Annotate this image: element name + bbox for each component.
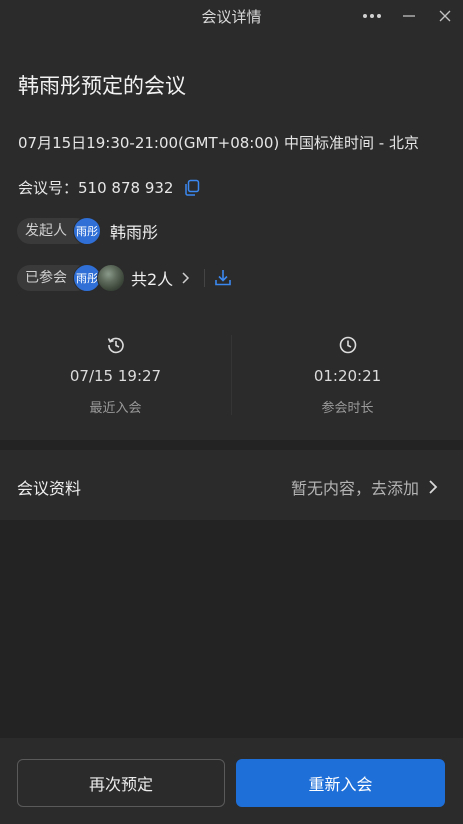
more-button[interactable] <box>359 3 385 29</box>
add-docs-link[interactable]: 暂无内容，去添加 <box>291 475 439 499</box>
meeting-id-value: 510 878 932 <box>78 178 174 197</box>
meeting-title: 韩雨彤预定的会议 <box>18 74 186 98</box>
duration-label: 参会时长 <box>321 401 374 416</box>
participants-row[interactable]: 已参会 雨彤 共2人 <box>17 263 233 293</box>
chevron-right-icon <box>179 271 191 285</box>
more-icon <box>363 14 381 18</box>
participants-count: 共2人 <box>131 270 174 289</box>
meeting-docs-row[interactable]: 会议资料 暂无内容，去添加 <box>0 450 463 520</box>
stat-duration: 01:20:21 参会时长 <box>232 335 463 416</box>
last-join-value: 07/15 19:27 <box>69 367 162 385</box>
close-button[interactable] <box>432 3 458 29</box>
meeting-id-row: 会议号： 510 878 932 <box>18 177 201 198</box>
history-icon <box>107 337 124 354</box>
download-participants-button[interactable] <box>213 268 233 288</box>
rejoin-button[interactable]: 重新入会 <box>236 759 445 807</box>
duration-value: 01:20:21 <box>313 367 382 385</box>
meeting-docs-label: 会议资料 <box>17 479 82 498</box>
download-icon <box>215 270 231 286</box>
add-docs-text: 暂无内容，去添加 <box>290 479 419 498</box>
meeting-stats: 07/15 19:27 最近入会 01:20:21 参会时长 <box>0 335 463 425</box>
rebook-button[interactable]: 再次预定 <box>17 759 225 807</box>
minimize-icon <box>403 15 415 17</box>
title-bar: 会议详情 <box>0 0 463 32</box>
copy-icon <box>185 179 200 196</box>
minimize-button[interactable] <box>396 3 422 29</box>
window-title: 会议详情 <box>201 8 262 26</box>
footer-actions: 再次预定 重新入会 <box>0 738 463 824</box>
chevron-right-icon <box>427 478 439 496</box>
meeting-id-label: 会议号： <box>18 179 79 197</box>
stat-last-join: 07/15 19:27 最近入会 <box>0 335 231 416</box>
organizer-row: 发起人 雨彤 韩雨彤 <box>17 216 158 246</box>
copy-meeting-id-button[interactable] <box>183 179 201 197</box>
meeting-info-panel: 韩雨彤预定的会议 07月15日19:30-21:00(GMT+08:00) 中国… <box>0 32 463 440</box>
divider <box>204 269 206 287</box>
meeting-time: 07月15日19:30-21:00(GMT+08:00) 中国标准时间 - 北京 <box>18 134 419 152</box>
organizer-name: 韩雨彤 <box>110 223 159 242</box>
participant-photo-avatar <box>97 264 125 292</box>
clock-icon <box>339 336 356 354</box>
organizer-avatar[interactable]: 雨彤 <box>73 217 101 245</box>
close-icon <box>439 10 451 22</box>
last-join-label: 最近入会 <box>89 401 142 416</box>
